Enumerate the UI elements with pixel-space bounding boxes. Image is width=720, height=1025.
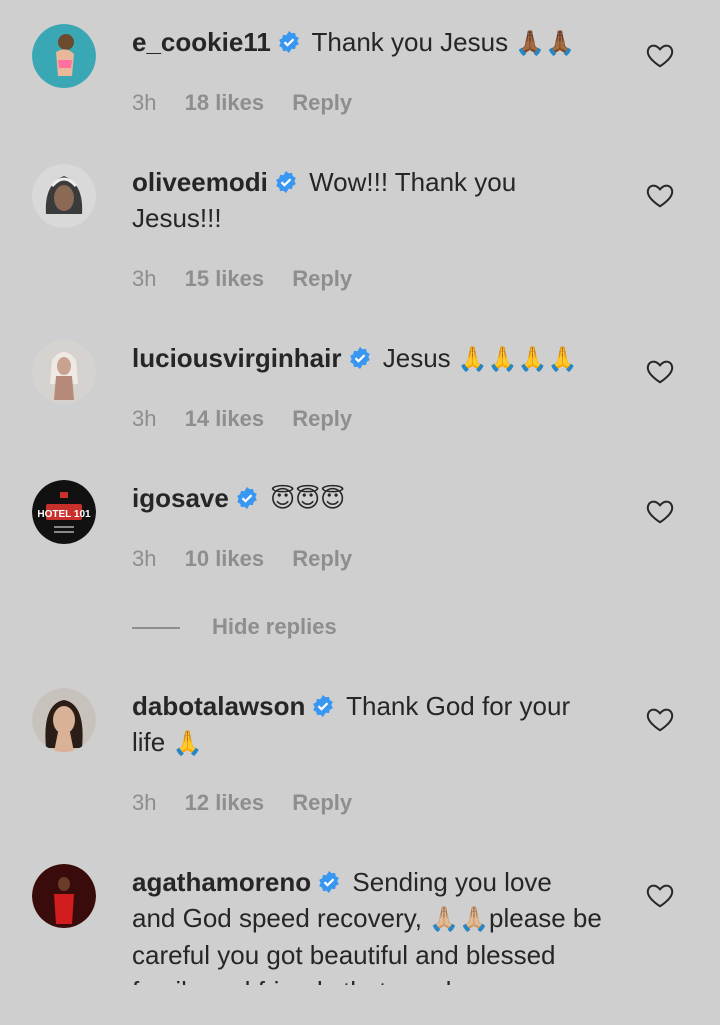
avatar[interactable] xyxy=(32,688,96,752)
reply-button[interactable]: Reply xyxy=(292,406,352,431)
likes-count[interactable]: 12 likes xyxy=(185,790,265,815)
timestamp: 3h xyxy=(132,546,157,571)
heart-icon[interactable] xyxy=(645,40,675,70)
heart-icon[interactable] xyxy=(645,704,675,734)
username[interactable]: agathamoreno xyxy=(132,867,311,897)
avatar[interactable] xyxy=(32,340,96,404)
comment-meta: 3h 10 likes Reply xyxy=(132,544,374,574)
timestamp: 3h xyxy=(132,266,157,291)
username[interactable]: oliveemodi xyxy=(132,167,268,197)
comment-meta: 3h 12 likes Reply xyxy=(132,788,374,818)
verified-badge-icon xyxy=(349,347,370,369)
username[interactable]: dabotalawson xyxy=(132,691,305,721)
comment-text: luciousvirginhair Jesus 🙏🙏🙏🙏 xyxy=(132,340,602,377)
verified-badge-icon xyxy=(237,487,257,509)
username[interactable]: luciousvirginhair xyxy=(132,343,342,373)
likes-count[interactable]: 15 likes xyxy=(185,266,265,291)
avatar[interactable] xyxy=(32,24,96,88)
emoji-pray: 🙏🏾🙏🏾 xyxy=(515,29,576,57)
comment-text: agathamoreno Sending you love and God sp… xyxy=(132,864,602,985)
verified-badge-icon xyxy=(276,171,296,193)
emoji-pray: 🙏 xyxy=(172,729,203,757)
divider-line xyxy=(132,627,180,630)
likes-count[interactable]: 14 likes xyxy=(185,406,265,431)
verified-badge-icon xyxy=(313,695,334,717)
likes-count[interactable]: 10 likes xyxy=(185,546,265,571)
comment-text: dabotalawson Thank God for your life 🙏 xyxy=(132,688,602,761)
emoji-halo: 😇😇😇 xyxy=(270,485,346,513)
comment-6-text-clip: agathamoreno Sending you love and God sp… xyxy=(0,860,720,985)
username[interactable]: e_cookie11 xyxy=(132,27,271,57)
comment-meta: 3h 15 likes Reply xyxy=(132,264,374,294)
verified-badge-icon xyxy=(278,31,299,53)
timestamp: 3h xyxy=(132,790,157,815)
comment-text: oliveemodi Wow!!! Thank you Jesus!!! xyxy=(132,164,602,236)
comment-text: e_cookie11 Thank you Jesus 🙏🏾🙏🏾 xyxy=(132,24,602,61)
reply-button[interactable]: Reply xyxy=(292,90,352,115)
comment-body: Thank you Jesus xyxy=(311,27,509,57)
reply-button[interactable]: Reply xyxy=(292,790,352,815)
hide-replies-label: Hide replies xyxy=(212,614,337,639)
timestamp: 3h xyxy=(132,406,157,431)
hide-replies-button[interactable]: Hide replies xyxy=(132,612,337,642)
comment-meta: 3h 14 likes Reply xyxy=(132,404,374,434)
heart-icon[interactable] xyxy=(645,496,675,526)
avatar-logo-text: HOTEL 101 xyxy=(37,509,91,520)
comment-meta: 3h 18 likes Reply xyxy=(132,88,374,118)
heart-icon[interactable] xyxy=(645,180,675,210)
avatar[interactable]: HOTEL 101 xyxy=(32,480,96,544)
username[interactable]: igosave xyxy=(132,483,229,513)
emoji-pray: 🙏🏼🙏🏼 xyxy=(429,905,490,933)
verified-badge-icon xyxy=(319,871,339,893)
comment-text: igosave 😇😇😇 xyxy=(132,480,602,517)
timestamp: 3h xyxy=(132,90,157,115)
comment-body: Jesus xyxy=(382,343,451,373)
reply-button[interactable]: Reply xyxy=(292,266,352,291)
avatar[interactable] xyxy=(32,164,96,228)
heart-icon[interactable] xyxy=(645,356,675,386)
reply-button[interactable]: Reply xyxy=(292,546,352,571)
likes-count[interactable]: 18 likes xyxy=(185,90,265,115)
emoji-pray: 🙏🙏🙏🙏 xyxy=(457,345,578,373)
